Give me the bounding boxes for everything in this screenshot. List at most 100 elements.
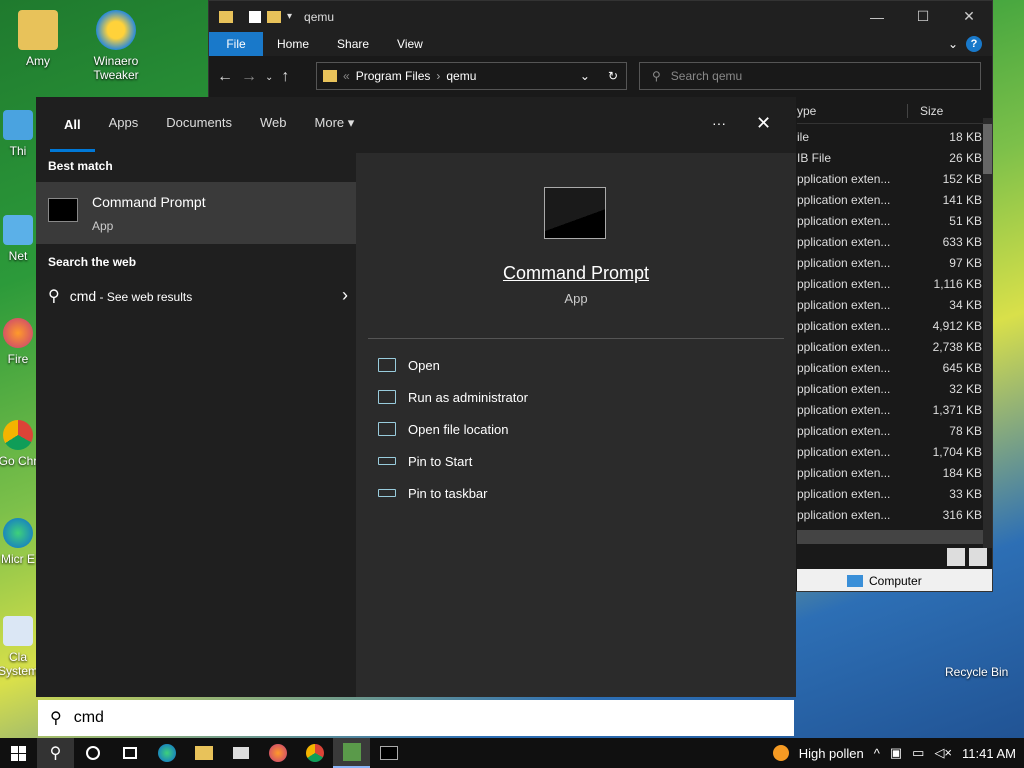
desktop-icon-winaero-tweaker[interactable]: Winaero Tweaker (84, 10, 148, 82)
best-match-result[interactable]: Command Prompt App (36, 182, 356, 244)
action-pin-to-start[interactable]: Pin to Start (378, 449, 472, 473)
file-row[interactable]: pplication exten... 32 KB (797, 378, 987, 399)
file-row[interactable]: pplication exten... 645 KB (797, 357, 987, 378)
taskbar-edge[interactable] (148, 738, 185, 768)
task-view-button[interactable] (111, 738, 148, 768)
file-type: pplication exten... (797, 465, 891, 480)
action-run-as-admin[interactable]: Run as administrator (378, 385, 528, 409)
tab-file[interactable]: File (209, 32, 263, 56)
desktop-icon-recycle-bin[interactable]: Recycle Bin (945, 665, 1008, 679)
results-pane: Best match Command Prompt App Search the… (36, 153, 356, 697)
column-size[interactable]: Size (907, 103, 943, 118)
back-icon[interactable]: ← (217, 68, 233, 86)
view-toggle-thumbnails[interactable] (969, 548, 987, 566)
maximize-button[interactable]: ☐ (900, 1, 946, 32)
tab-documents[interactable]: Documents (152, 97, 246, 153)
file-size: 316 KB (942, 507, 982, 522)
close-button[interactable]: ✕ (946, 1, 992, 32)
taskbar-mail[interactable] (222, 738, 259, 768)
action-pin-to-taskbar[interactable]: Pin to taskbar (378, 481, 488, 505)
up-icon[interactable]: ↑ (281, 68, 289, 86)
preview-app-kind: App (564, 291, 588, 306)
desktop-icon-classic-system[interactable]: Cla System (0, 616, 38, 678)
file-row[interactable]: pplication exten... 97 KB (797, 252, 987, 273)
tab-more[interactable]: More ▾ (301, 97, 369, 153)
file-row[interactable]: pplication exten... 633 KB (797, 231, 987, 252)
file-row[interactable]: pplication exten... 152 KB (797, 168, 987, 189)
file-row[interactable]: pplication exten... 1,116 KB (797, 273, 987, 294)
properties-icon[interactable] (249, 10, 261, 23)
tab-apps[interactable]: Apps (95, 97, 153, 153)
minimize-button[interactable]: — (854, 1, 900, 32)
meet-now-icon[interactable]: ▣ (890, 745, 902, 761)
file-row[interactable]: pplication exten... 2,738 KB (797, 336, 987, 357)
address-dropdown-icon[interactable]: ⌄ (580, 69, 590, 83)
tab-view[interactable]: View (383, 32, 437, 56)
close-search-button[interactable]: ✕ (756, 113, 771, 134)
tab-home[interactable]: Home (263, 32, 323, 56)
volume-muted-icon[interactable]: ◁× (934, 745, 952, 761)
taskbar-winaero[interactable] (333, 738, 370, 768)
action-open-file-location[interactable]: Open file location (378, 417, 508, 441)
file-row[interactable]: ile 18 KB (797, 126, 987, 147)
desktop-icon-label: Go Chr (0, 454, 38, 468)
vertical-scrollbar[interactable] (983, 118, 992, 548)
forward-icon[interactable]: → (241, 68, 257, 86)
search-button[interactable]: ⚲ (37, 738, 74, 768)
tab-web[interactable]: Web (246, 97, 301, 153)
cortana-button[interactable] (74, 738, 111, 768)
file-row[interactable]: pplication exten... 1,371 KB (797, 399, 987, 420)
explorer-search-input[interactable]: ⚲ Search qemu (639, 62, 981, 90)
address-bar[interactable]: « Program Files › qemu ⌄ ↻ (316, 62, 627, 90)
show-hidden-icons-icon[interactable]: ^ (874, 746, 880, 761)
quick-access-dropdown-icon[interactable]: ▾ (287, 11, 292, 22)
action-open[interactable]: Open (378, 353, 440, 377)
file-row[interactable]: pplication exten... 51 KB (797, 210, 987, 231)
file-row[interactable]: pplication exten... 33 KB (797, 483, 987, 504)
desktop-icon-amy[interactable]: Amy (6, 10, 70, 68)
file-row[interactable]: pplication exten... 34 KB (797, 294, 987, 315)
recent-locations-icon[interactable]: ⌄ (265, 72, 273, 83)
taskbar-firefox[interactable] (259, 738, 296, 768)
file-type: pplication exten... (797, 234, 891, 249)
action-label: Pin to taskbar (408, 485, 488, 501)
file-row[interactable]: pplication exten... 1,704 KB (797, 441, 987, 462)
search-input[interactable]: ⚲ cmd (38, 700, 794, 736)
desktop-icon-this-pc[interactable]: Thi (0, 110, 38, 158)
tab-share[interactable]: Share (323, 32, 383, 56)
desktop-icon-firefox[interactable]: Fire (0, 318, 38, 366)
taskbar-file-explorer[interactable] (185, 738, 222, 768)
new-folder-icon[interactable] (267, 10, 281, 23)
file-row[interactable]: IB File 26 KB (797, 147, 987, 168)
file-row[interactable]: pplication exten... 78 KB (797, 420, 987, 441)
firefox-icon (3, 318, 33, 348)
scrollbar-thumb[interactable] (983, 124, 992, 174)
expand-ribbon-icon[interactable]: ⌄ (948, 37, 958, 51)
tab-all[interactable]: All (50, 99, 95, 152)
breadcrumb-program-files[interactable]: Program Files (356, 69, 431, 83)
desktop-icon-network[interactable]: Net (0, 215, 38, 263)
clock[interactable]: 11:41 AM (962, 746, 1016, 761)
network-icon[interactable]: ▭ (912, 745, 924, 761)
weather-text[interactable]: High pollen (799, 746, 864, 761)
preview-app-name[interactable]: Command Prompt (356, 263, 796, 284)
file-row[interactable]: pplication exten... 141 KB (797, 189, 987, 210)
web-search-result[interactable]: ⚲ cmd - See web results › (48, 285, 348, 306)
help-icon[interactable]: ? (966, 36, 982, 52)
taskbar-chrome[interactable] (296, 738, 333, 768)
taskbar-command-prompt[interactable] (370, 738, 407, 768)
horizontal-scrollbar[interactable] (797, 530, 983, 544)
view-toggle-details[interactable] (947, 548, 965, 566)
column-type[interactable]: ype (797, 104, 907, 118)
best-match-kind: App (92, 219, 114, 233)
file-row[interactable]: pplication exten... 316 KB (797, 504, 987, 525)
more-options-button[interactable]: ··· (712, 115, 726, 131)
file-row[interactable]: pplication exten... 184 KB (797, 462, 987, 483)
desktop-icon-edge[interactable]: Micr E (0, 518, 38, 566)
breadcrumb-qemu[interactable]: qemu (446, 69, 476, 83)
start-button[interactable] (0, 738, 37, 768)
refresh-icon[interactable]: ↻ (608, 69, 618, 83)
file-row[interactable]: pplication exten... 4,912 KB (797, 315, 987, 336)
weather-icon[interactable] (772, 745, 789, 761)
desktop-icon-chrome[interactable]: Go Chr (0, 420, 38, 468)
